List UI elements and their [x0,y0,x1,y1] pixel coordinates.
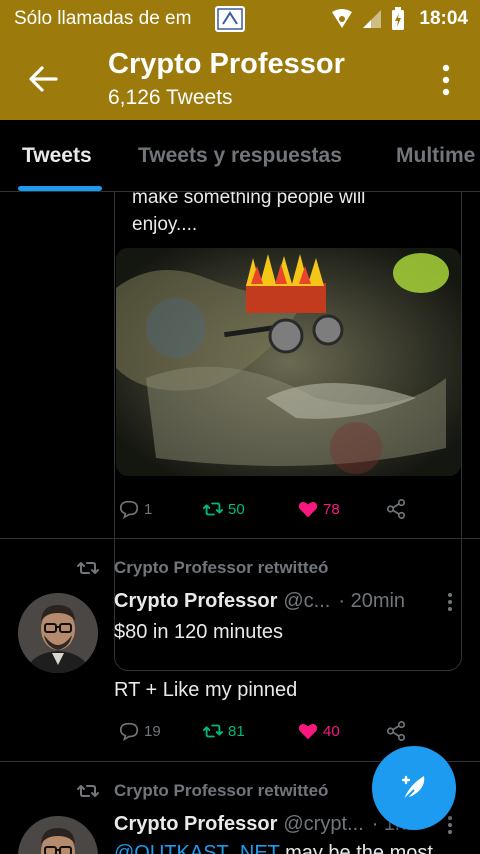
tweet-text-line: @OUTKAST_NET may be the most [114,839,433,854]
notification-text: Sólo llamadas de em [14,8,192,29]
retweet-button[interactable]: 81 [202,720,297,742]
tweet-header: Crypto Professor @crypt... · 1h [114,813,406,836]
tweet-count: 6,126 Tweets [108,86,233,109]
share-button[interactable] [385,498,407,520]
retweet-icon [202,502,224,516]
share-icon [386,499,406,519]
more-options-icon[interactable] [442,64,450,96]
tweet-actions: 19 81 40 [118,719,407,743]
reply-icon [119,722,139,741]
tab-media[interactable]: Multime [396,144,475,168]
tweet-header: Crypto Professor @c... · 20min [114,590,405,613]
retweet-context-text: Crypto Professor retwitteó [114,781,329,800]
compose-tweet-button[interactable] [372,746,456,830]
heart-icon [298,723,318,740]
mention-link[interactable]: @OUTKAST_NET [114,842,280,854]
retweet-context: Crypto Professor retwitteó [76,558,328,578]
active-tab-indicator [18,186,102,191]
tab-tweets[interactable]: Tweets [22,144,92,168]
retweet-context: Crypto Professor retwitteó [76,781,328,801]
clock: 18:04 [419,8,468,29]
tweet-text-line: $80 in 120 minutes [114,621,284,643]
author-handle[interactable]: @crypt... [283,813,363,836]
status-bar: Sólo llamadas de em 18:04 [0,0,480,38]
reply-count: 19 [144,722,161,740]
author-name[interactable]: Crypto Professor [114,590,277,613]
signal-icon [363,10,382,28]
reply-button[interactable]: 1 [118,498,202,520]
author-name[interactable]: Crypto Professor [114,813,277,836]
tab-tweets-replies[interactable]: Tweets y respuestas [138,144,342,168]
profile-header: Crypto Professor 6,126 Tweets [0,38,480,120]
like-count: 40 [323,722,340,740]
retweet-small-icon [77,785,99,797]
heart-icon [298,501,318,518]
battery-icon [392,7,405,30]
reply-count: 1 [144,500,153,518]
retweet-context-text: Crypto Professor retwitteó [114,558,329,577]
share-button[interactable] [385,720,407,742]
share-icon [386,721,406,741]
tweet-media-image[interactable] [116,248,461,476]
app-notification-icon [215,6,245,32]
like-button[interactable]: 78 [297,498,385,520]
tweet-menu-icon[interactable] [447,592,453,612]
author-handle[interactable]: @c... [283,590,330,613]
profile-tabs: Tweets Tweets y respuestas Multime [0,120,480,192]
hotspot-icon [332,9,353,28]
tweet-divider [0,538,480,539]
tweet-text-line: RT + Like my pinned [114,679,298,701]
page-title: Crypto Professor [108,48,345,80]
retweet-icon [202,724,224,738]
status-icons: 18:04 [331,7,468,31]
reply-icon [119,500,139,519]
back-arrow-icon[interactable] [26,62,60,96]
tweet-menu-icon[interactable] [447,815,453,835]
compose-feather-icon [401,775,425,803]
quoted-tweet-text: make something people will enjoy.... [132,192,366,235]
retweet-small-icon [77,562,99,574]
avatar[interactable] [18,593,98,673]
avatar[interactable] [18,816,98,854]
like-button[interactable]: 40 [297,720,385,742]
retweet-count: 50 [228,500,245,518]
tweet-actions: 1 50 78 [118,497,407,521]
tweet-time: · 20min [338,590,406,612]
retweet-count: 81 [228,722,245,740]
like-count: 78 [323,500,340,518]
retweet-button[interactable]: 50 [202,498,297,520]
reply-button[interactable]: 19 [118,720,202,742]
